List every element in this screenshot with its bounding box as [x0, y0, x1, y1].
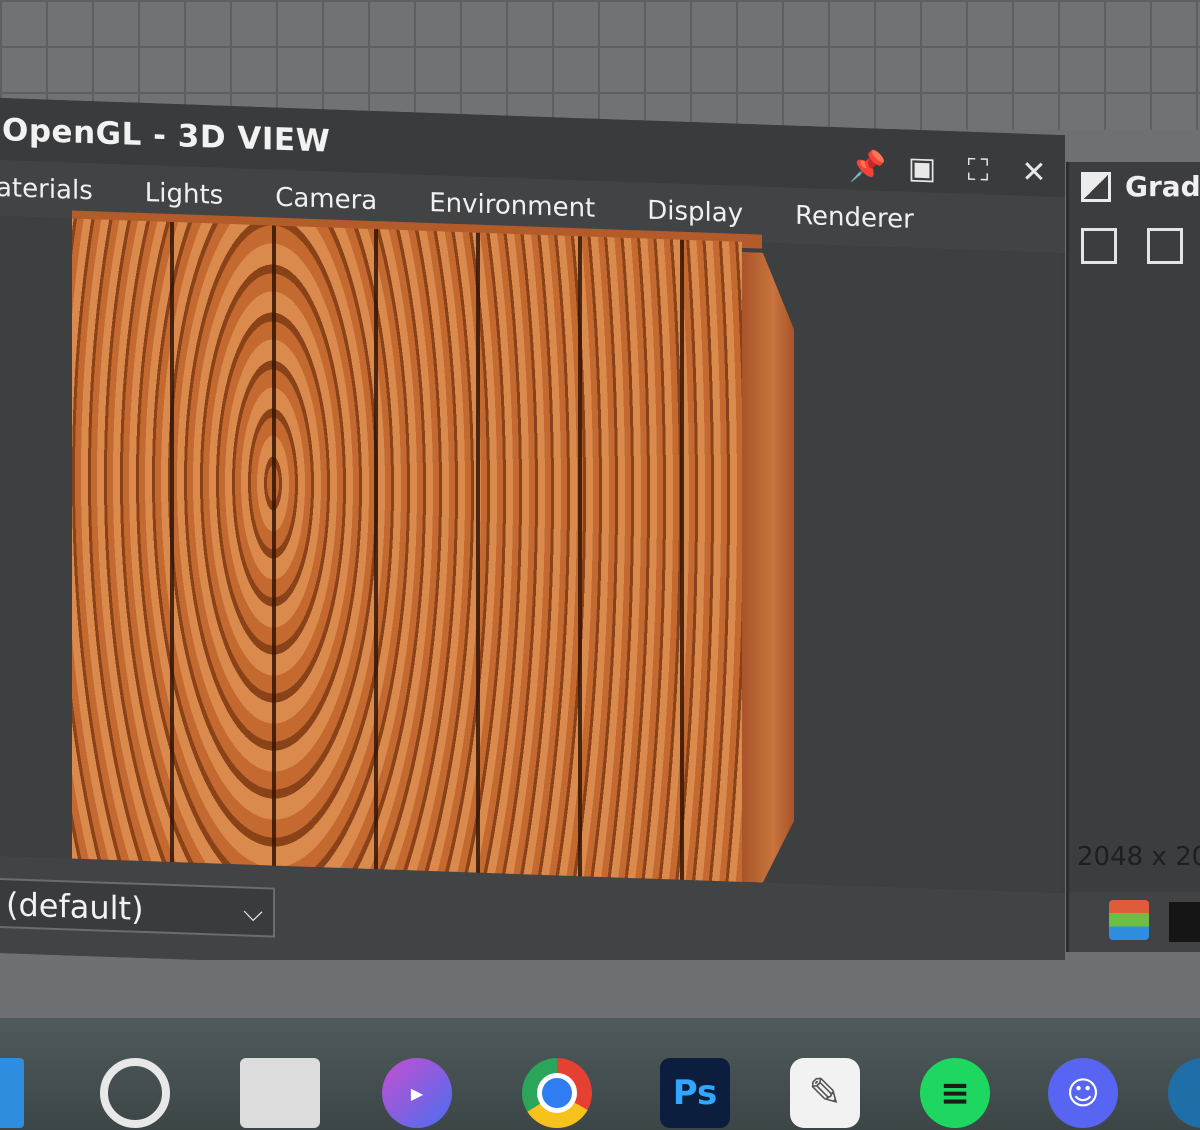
- pin-icon[interactable]: 📌: [849, 149, 886, 185]
- layers-icon[interactable]: [1109, 900, 1149, 940]
- wood-cube-front: [72, 218, 742, 887]
- chevron-down-icon: ⌵: [243, 897, 263, 929]
- camera-select[interactable]: (default) ⌵: [0, 877, 275, 938]
- color-swatch[interactable]: [1169, 902, 1200, 942]
- windows-start-icon[interactable]: [0, 1058, 24, 1128]
- gradient-panel-bottom: [1069, 892, 1200, 952]
- camera-select-value: (default): [6, 885, 144, 929]
- window-title: OpenGL - 3D VIEW: [2, 112, 331, 160]
- lower-panel: [0, 960, 1200, 1020]
- wood-cube-side: [742, 252, 794, 884]
- texture-size-label: 2048 x 20: [1077, 842, 1200, 872]
- gradient-icon: [1081, 171, 1111, 202]
- restore-icon[interactable]: ▣: [905, 151, 939, 187]
- 3d-view-window: OpenGL - 3D VIEW 📌 ▣ ⛶ ✕ aterials Lights…: [0, 98, 1065, 991]
- steam-icon[interactable]: [1168, 1058, 1200, 1128]
- menu-renderer[interactable]: Renderer: [769, 187, 940, 249]
- chrome-icon[interactable]: [522, 1058, 592, 1128]
- task-view-icon[interactable]: [240, 1058, 320, 1128]
- gradient-panel-header: Gradi: [1081, 170, 1200, 203]
- gradient-tools: [1081, 228, 1183, 264]
- save-icon[interactable]: [1147, 228, 1183, 264]
- title-icons: 📌 ▣ ⛶ ✕: [849, 149, 1065, 192]
- copy-icon[interactable]: [1081, 228, 1117, 264]
- clip-studio-icon[interactable]: ✎: [790, 1058, 860, 1128]
- gradient-panel: Gradi 2048 x 20: [1066, 162, 1200, 952]
- search-icon[interactable]: [100, 1058, 170, 1128]
- taskbar: ▶ Ps ✎ ≡ ☺: [0, 1018, 1200, 1130]
- gradient-panel-title: Gradi: [1125, 170, 1200, 203]
- photoshop-icon[interactable]: Ps: [660, 1058, 730, 1128]
- close-icon[interactable]: ✕: [1017, 155, 1051, 191]
- chrome-center-icon: [537, 1073, 577, 1113]
- maximize-icon[interactable]: ⛶: [961, 153, 995, 189]
- zoom-icon[interactable]: ▶: [382, 1058, 452, 1128]
- discord-icon[interactable]: ☺: [1048, 1058, 1118, 1128]
- spotify-icon[interactable]: ≡: [920, 1058, 990, 1128]
